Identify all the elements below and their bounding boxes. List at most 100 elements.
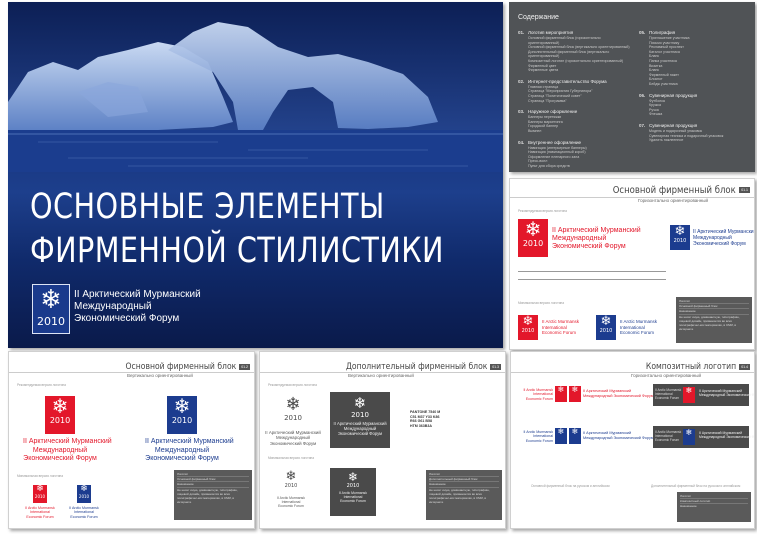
snowflake-icon: ❄ bbox=[353, 394, 367, 412]
text-line: Economic Forum bbox=[26, 514, 54, 519]
additional-block-spread: Дополнительный фирменный блок 01.3 Верти… bbox=[259, 351, 506, 529]
text-line: Экономический Форум bbox=[337, 431, 383, 437]
toc-number: 05. bbox=[639, 30, 646, 35]
text-line: Economic Forum bbox=[620, 330, 655, 335]
label-small: Минимальная версия логотипа bbox=[518, 301, 564, 305]
text-line: II Arctic Murmansk bbox=[620, 319, 658, 324]
composite-logo-box: ❄ bbox=[569, 428, 581, 444]
logo-year: 2010 bbox=[34, 494, 46, 499]
logo-gray-block-small: ❄ 2010 II Arctic Murmansk International … bbox=[330, 468, 376, 516]
spread-subtitle: Горизонтально ориентированный bbox=[631, 373, 702, 378]
snowflake-icon: ❄ bbox=[524, 217, 542, 241]
text-line: Международный Экономический Форум bbox=[699, 435, 755, 440]
toc-section: 05. Полиграфия Приглашение участника Письмо… bbox=[639, 30, 751, 87]
dimension-line bbox=[518, 279, 666, 280]
text-line: Международный bbox=[32, 446, 88, 454]
cover-title-line2: ФИРМЕННОЙ СТИЛИСТИКИ bbox=[30, 231, 444, 271]
text-line: Международный Экономический Форум bbox=[699, 393, 755, 398]
toc-section: 04. Внутреннее оформление Навигация (интер… bbox=[518, 140, 630, 169]
toc-section: 02. Интернет-представительство Форума Глав… bbox=[518, 79, 630, 103]
snowflake-icon: ❄ bbox=[173, 394, 191, 418]
toc-item: Страница "Программа" bbox=[528, 98, 567, 103]
logo-outline: ❄ 2010 bbox=[282, 396, 304, 426]
toc-item: Пульт для сбора средств bbox=[528, 163, 570, 168]
snowflake-icon: ❄ bbox=[557, 427, 565, 436]
logo-year: 2010 bbox=[284, 414, 302, 422]
toc-item: Дополнительный фирменный блок (вертикаль… bbox=[528, 49, 610, 59]
toc-heading: Логотип мероприятия bbox=[528, 30, 574, 35]
spread-subtitle: Вертикально ориентированный bbox=[127, 373, 193, 378]
info-row: Не несет иную, доминантную, типографию, … bbox=[177, 487, 238, 505]
snowflake-icon: ❄ bbox=[285, 394, 301, 415]
toc-number: 01. bbox=[518, 30, 525, 35]
info-row: Не несет иную, доминантную, типографию, … bbox=[429, 487, 490, 505]
logo-year: 2010 bbox=[284, 483, 298, 489]
toc-item: Удалить наклеенное bbox=[649, 138, 684, 143]
spread-title: Основной фирменный блок bbox=[125, 362, 236, 372]
divider bbox=[510, 197, 754, 198]
snowflake-icon: ❄ bbox=[522, 314, 534, 329]
info-box: Логотип Композитный логотип Назначение bbox=[677, 492, 751, 522]
cover-logo: ❄ 2010 bbox=[32, 284, 70, 334]
logo-outline-small: ❄ 2010 bbox=[282, 470, 300, 494]
divider bbox=[9, 372, 254, 373]
composite-logo-spread: Композитный логотип 01.4 Горизонтально о… bbox=[510, 351, 755, 529]
divider bbox=[260, 372, 505, 373]
text-line: Экономический Форум bbox=[693, 241, 746, 247]
logo-text-ru-red: II Арктический Мурманский Международный … bbox=[23, 438, 112, 464]
contents-title: Содержание bbox=[518, 14, 559, 21]
label-main: Рекомендуемая версия логотипа bbox=[17, 383, 66, 387]
spread-title: Дополнительный фирменный блок bbox=[345, 362, 487, 372]
text-line: Economic Forum bbox=[525, 438, 553, 443]
info-row: Назначение bbox=[680, 504, 697, 509]
logo-year: 2010 bbox=[346, 483, 360, 489]
logo-text-ru-white: II Арктический Мурманский Международный … bbox=[333, 421, 386, 437]
snowflake-icon: ❄ bbox=[571, 385, 579, 394]
text-line: II Арктический Мурманский bbox=[552, 227, 641, 234]
label-small: Минимальная версия логотипа bbox=[17, 474, 63, 478]
toc-item: Бейдж участника bbox=[649, 81, 678, 86]
toc-body: Сувенирная продукция Футболка Кружка Ручка Ф… bbox=[649, 93, 751, 117]
logo-text-en-white: II Arctic Murmansk International Economi… bbox=[339, 491, 367, 504]
toc-section: 01. Логотип мероприятия Основной фирменный… bbox=[518, 30, 630, 73]
label-small: Минимальная версия логотипа bbox=[268, 456, 314, 460]
composite-gray-banner: ❄ II Arctic Murmansk International Economic… bbox=[653, 384, 754, 406]
toc-section: 03. Наружное оформление Баннеры перетяжки Б… bbox=[518, 109, 630, 133]
contents-spread: Содержание 01. Логотип мероприятия Основно… bbox=[509, 2, 755, 172]
snowflake-icon: ❄ bbox=[40, 285, 62, 315]
composite-text-en: II Arctic Murmansk International Economic … bbox=[519, 430, 553, 443]
pantone-line: PANTONE 7540 M bbox=[410, 410, 441, 414]
logo-text-ru-blue: II Арктический Мурманский Международный … bbox=[145, 438, 234, 464]
logo-red-small: ❄ 2010 bbox=[33, 485, 47, 503]
text-line: Economic Forum bbox=[278, 504, 304, 509]
toc-item: Композитный логотип (горизонтально ориен… bbox=[528, 58, 624, 63]
composite-logo-box: ❄ bbox=[569, 386, 581, 402]
logo-text-en-red: II Arctic Murmansk International Economi… bbox=[23, 506, 57, 519]
snowflake-icon: ❄ bbox=[285, 469, 297, 484]
page-tag: 01.2 bbox=[239, 364, 250, 370]
logo-year: 2010 bbox=[599, 328, 613, 334]
composite-text-en-white: II Arctic Murmansk International Economic … bbox=[655, 388, 681, 400]
composite-logo-box: ❄ bbox=[683, 429, 695, 445]
logo-text-ru-blue: II Арктический Мурманский Международный … bbox=[693, 229, 754, 247]
logo-gray-block: ❄ 2010 II Арктический Мурманский Междуна… bbox=[330, 392, 390, 448]
snowflake-icon: ❄ bbox=[51, 394, 69, 418]
label-left: Основной фирменный блок на русском и анг… bbox=[531, 484, 610, 488]
forum-line3: Экономический Форум bbox=[74, 313, 180, 324]
snowflake-icon: ❄ bbox=[685, 428, 693, 437]
iceberg-image bbox=[8, 2, 503, 172]
toc-number: 02. bbox=[518, 78, 525, 84]
text-line: Economic Forum bbox=[525, 396, 553, 401]
text-line: Международный Экономический Форум bbox=[583, 435, 654, 440]
logo-blue-small: ❄ 2010 bbox=[77, 485, 91, 503]
toc-body: Наружное оформление Баннеры перетяжки Банн… bbox=[528, 109, 630, 133]
text-line: Международный Экономический Форум bbox=[583, 393, 654, 398]
text-line: Economic Forum bbox=[655, 438, 680, 442]
toc-item: Фирменные цвета bbox=[528, 68, 559, 73]
forum-line1: II Арктический Мурманский bbox=[74, 289, 201, 300]
toc-number: 07. bbox=[639, 122, 646, 128]
composite-gray-banner: ❄ II Arctic Murmansk International Economic… bbox=[653, 426, 754, 448]
snowflake-icon: ❄ bbox=[36, 484, 44, 494]
text-line: Economic Forum bbox=[655, 396, 680, 400]
logo-year: 2010 bbox=[78, 494, 90, 499]
